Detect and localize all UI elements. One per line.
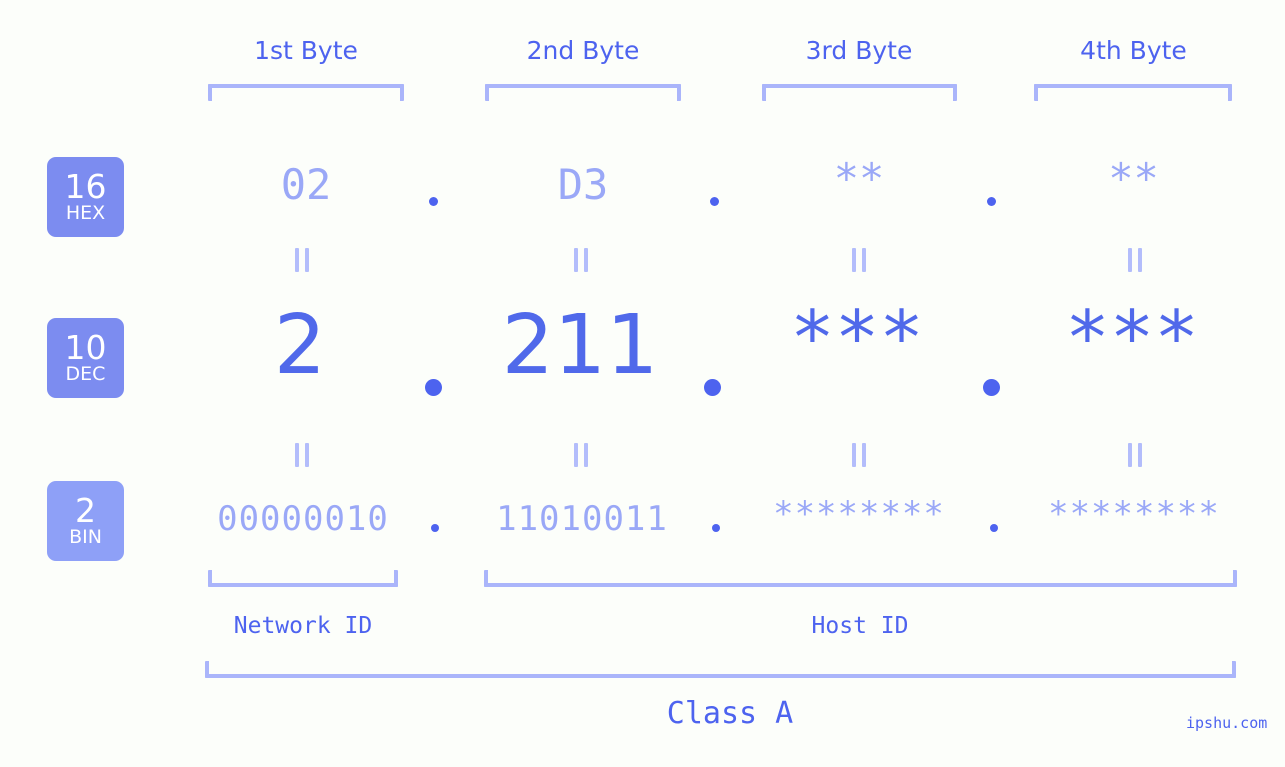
bin-byte-2: 11010011 [496,499,668,539]
hex-byte-4: ** [1108,154,1159,203]
bin-separator-2 [712,524,720,532]
hex-byte-3: ** [833,154,885,203]
equals-dec-bin-2 [571,443,591,467]
byte-header-3: 3rd Byte [805,36,913,65]
dec-byte-1: 2 [273,298,327,393]
dec-byte-2: 211 [501,298,659,393]
dec-separator-1 [425,379,442,396]
radix-badge-dec-name: DEC [65,363,106,385]
bin-separator-1 [431,524,439,532]
byte-bracket-3 [762,84,957,101]
radix-badge-hex: 16 HEX [47,157,124,237]
class-label: Class A [666,696,794,731]
watermark-ipshu: ipshu.com [1186,714,1268,732]
dec-byte-4: *** [1065,295,1199,381]
byte-bracket-1 [208,84,404,101]
dec-separator-2 [704,379,721,396]
host-id-bracket [484,570,1237,587]
byte-header-2: 2nd Byte [526,36,640,65]
equals-hex-dec-3 [849,248,869,272]
bin-byte-3: ******** [773,494,945,534]
radix-badge-bin-name: BIN [69,526,102,548]
ip-address-breakdown-diagram: 1st Byte 2nd Byte 3rd Byte 4th Byte 16 H… [0,0,1285,767]
equals-hex-dec-2 [571,248,591,272]
hex-separator-3 [987,197,996,206]
hex-byte-1: 02 [280,160,332,209]
class-bracket [205,661,1236,678]
equals-dec-bin-3 [849,443,869,467]
bin-byte-4: ******** [1048,494,1220,534]
equals-dec-bin-1 [292,443,312,467]
hex-separator-1 [429,197,438,206]
equals-hex-dec-4 [1125,248,1145,272]
radix-badge-dec-number: 10 [64,328,107,367]
radix-badge-bin: 2 BIN [47,481,124,561]
equals-dec-bin-4 [1125,443,1145,467]
radix-badge-hex-number: 16 [64,167,107,206]
bin-separator-3 [990,524,998,532]
radix-badge-bin-number: 2 [75,491,96,530]
hex-byte-2: D3 [557,160,609,209]
radix-badge-dec: 10 DEC [47,318,124,398]
bin-byte-1: 00000010 [217,499,389,539]
network-id-bracket [208,570,398,587]
byte-bracket-4 [1034,84,1232,101]
byte-bracket-2 [485,84,681,101]
hex-separator-2 [710,197,719,206]
byte-header-1: 1st Byte [254,36,358,65]
equals-hex-dec-1 [292,248,312,272]
byte-header-4: 4th Byte [1080,36,1187,65]
dec-separator-3 [983,379,1000,396]
radix-badge-hex-name: HEX [65,202,106,224]
network-id-label: Network ID [233,613,373,639]
host-id-label: Host ID [811,613,909,639]
dec-byte-3: *** [790,295,924,381]
